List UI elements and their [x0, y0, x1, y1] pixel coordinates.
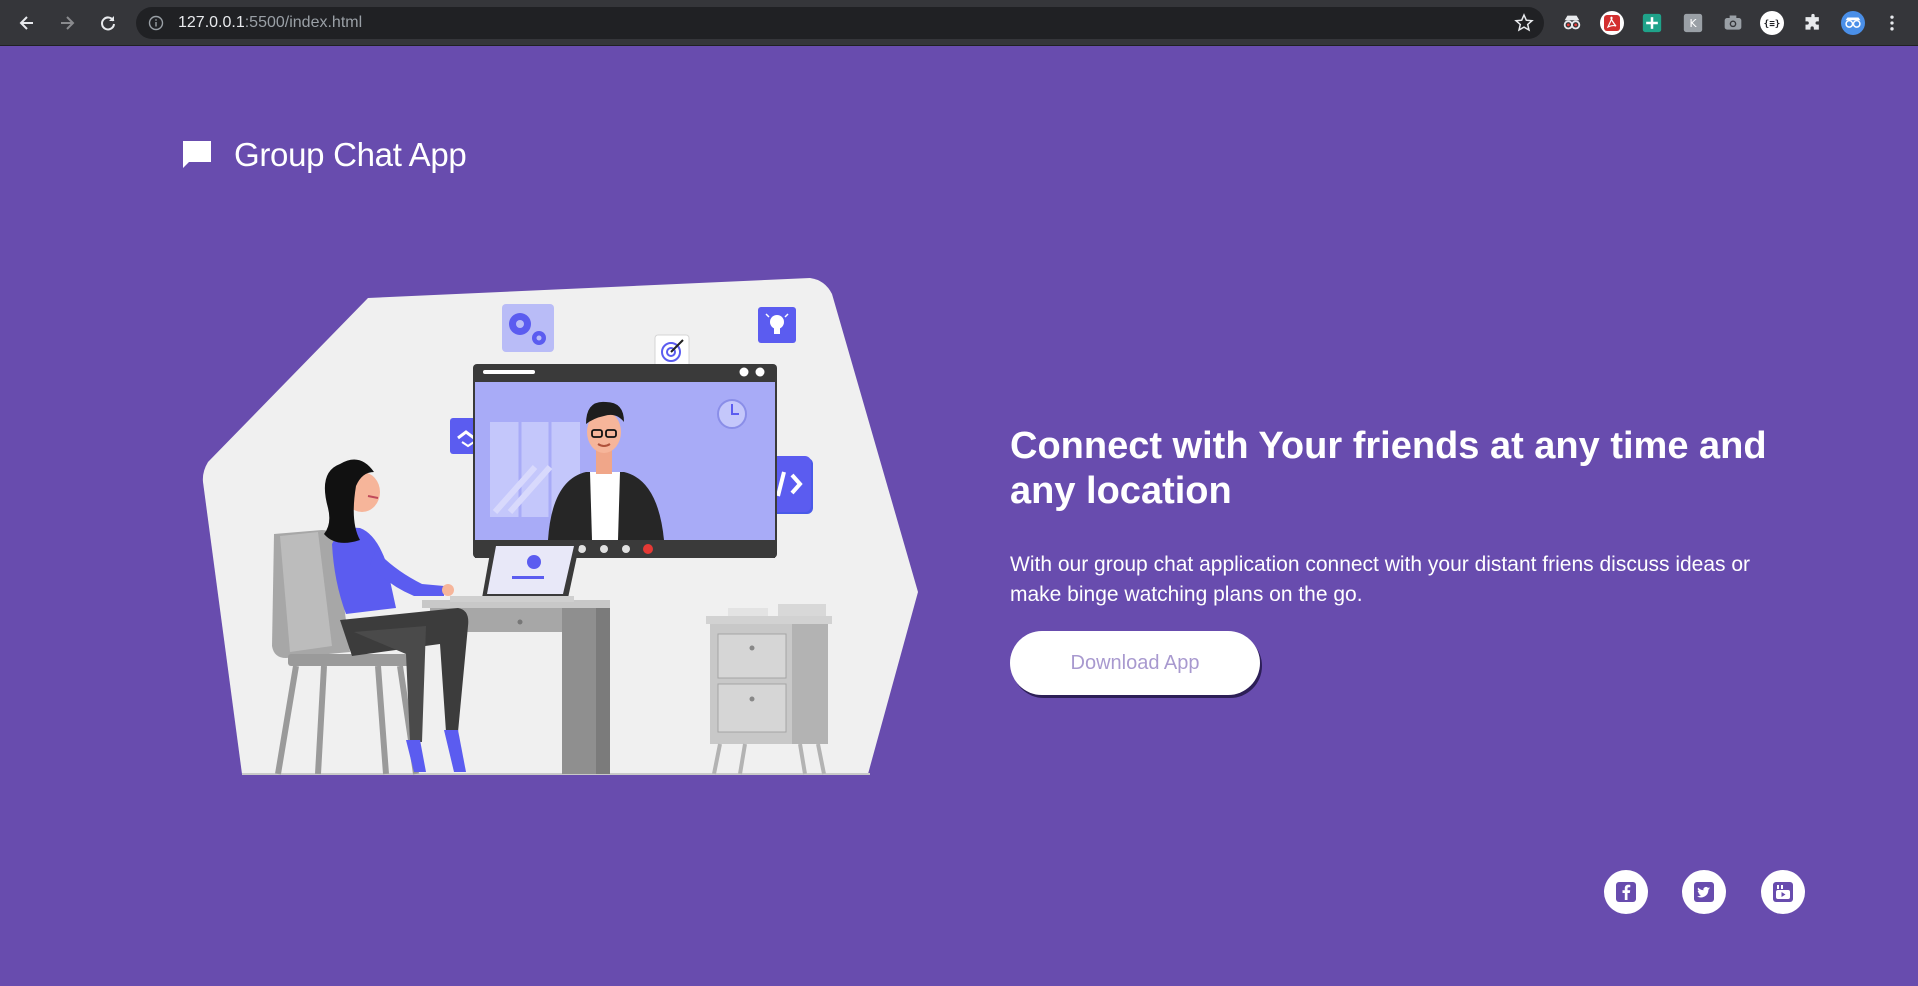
brand-logo[interactable]: Group Chat App	[180, 136, 467, 174]
info-icon[interactable]	[148, 15, 164, 31]
back-button[interactable]	[15, 11, 39, 35]
svg-text:K: K	[1689, 17, 1697, 30]
address-bar[interactable]: 127.0.0.1:5500/index.html	[136, 7, 1544, 39]
reload-icon	[101, 16, 115, 31]
facebook-icon	[1616, 882, 1636, 902]
url-text: 127.0.0.1:5500/index.html	[178, 14, 362, 32]
plus-extension-icon[interactable]	[1640, 11, 1664, 35]
hero-text: Connect with Your friends at any time an…	[1010, 424, 1790, 610]
hero-title: Connect with Your friends at any time an…	[1010, 425, 1767, 512]
facebook-link[interactable]	[1604, 870, 1648, 914]
youtube-icon	[1773, 882, 1793, 902]
url-path: :5500/index.html	[244, 14, 363, 31]
chat-bubble-icon	[183, 141, 211, 168]
gear-card-icon	[502, 304, 554, 352]
download-app-button[interactable]: Download App	[1010, 631, 1260, 695]
target-card-icon	[654, 334, 690, 368]
brand-title: Group Chat App	[234, 136, 467, 173]
twitter-link[interactable]	[1682, 870, 1726, 914]
youtube-link[interactable]	[1761, 870, 1805, 914]
svg-text:{≡}: {≡}	[1764, 19, 1781, 30]
video-call-window	[473, 364, 777, 558]
profile-avatar-icon[interactable]	[1841, 11, 1865, 35]
forward-button[interactable]	[55, 11, 79, 35]
camera-extension-icon[interactable]	[1721, 11, 1745, 35]
menu-icon[interactable]	[1880, 11, 1904, 35]
forward-arrow-icon	[61, 16, 75, 30]
back-arrow-icon	[19, 16, 33, 30]
json-extension-icon[interactable]: {≡}	[1760, 11, 1784, 35]
pdf-extension-icon[interactable]	[1600, 11, 1624, 35]
twitter-icon	[1694, 882, 1714, 902]
bookmark-star-icon[interactable]	[1514, 13, 1534, 33]
browser-toolbar: 127.0.0.1:5500/index.html K {≡}	[0, 0, 1918, 46]
puzzle-icon[interactable]	[1801, 11, 1825, 35]
url-host: 127.0.0.1	[178, 14, 245, 31]
hero-illustration	[202, 278, 918, 775]
hero-description: With our group chat application connect …	[1010, 553, 1751, 606]
spy-extension-icon[interactable]	[1560, 11, 1584, 35]
reload-button[interactable]	[96, 11, 120, 35]
lightbulb-card-icon	[758, 307, 796, 343]
k-extension-icon[interactable]: K	[1681, 11, 1705, 35]
